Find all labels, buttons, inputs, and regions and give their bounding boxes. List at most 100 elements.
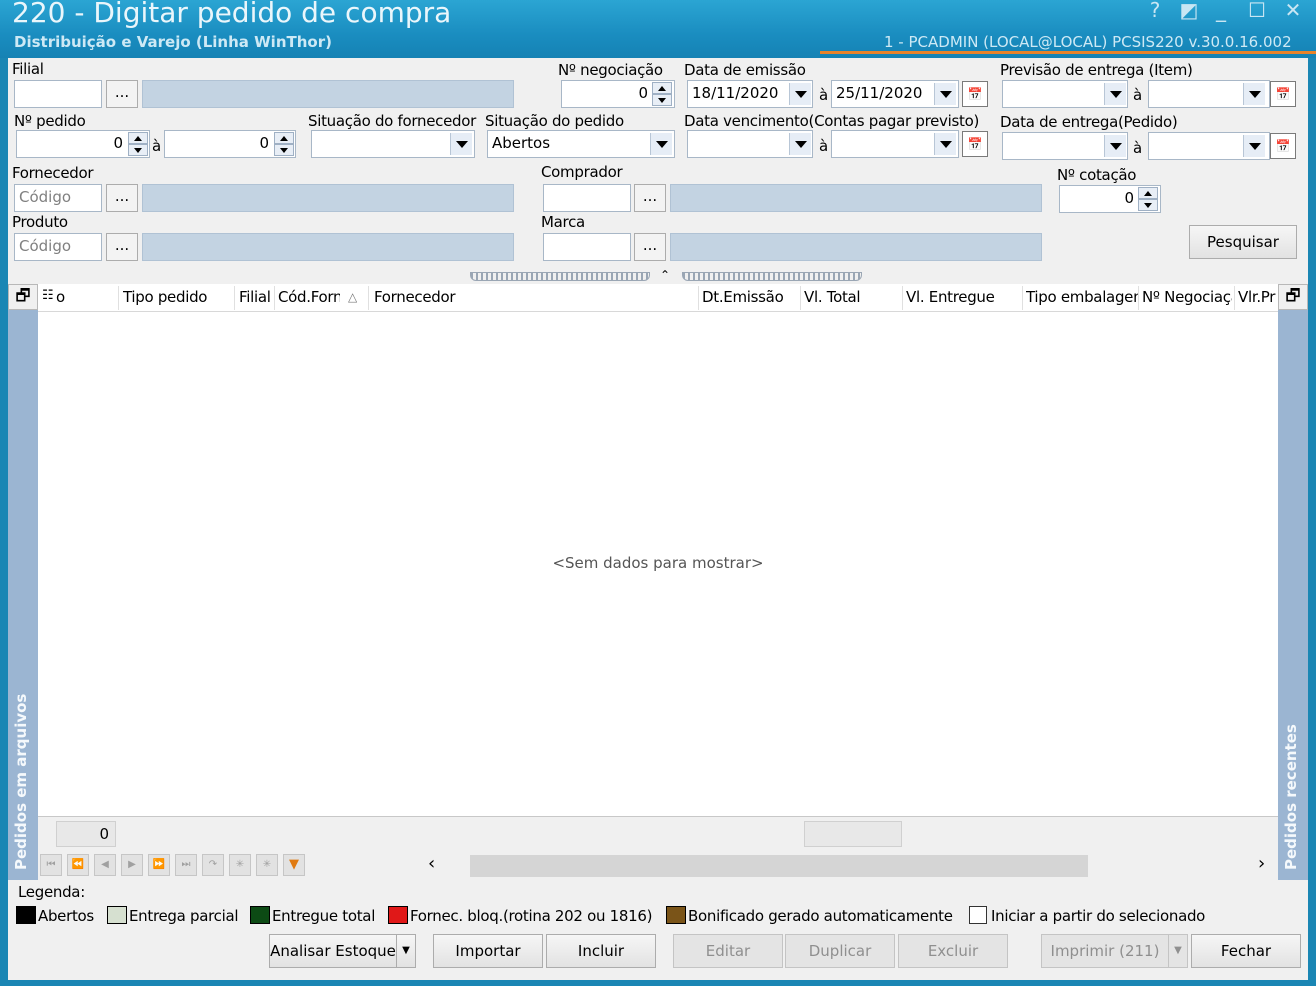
comprador-search-button[interactable]: ...: [634, 184, 666, 212]
legend-item-abertos: Abertos: [16, 906, 94, 925]
pesquisar-button[interactable]: Pesquisar: [1189, 225, 1297, 259]
vencimento-calendar-icon[interactable]: 📅: [962, 131, 988, 157]
legend-item-entrega-parcial: Entrega parcial: [107, 906, 239, 925]
column-header-dt-emissao[interactable]: Dt.Emissão: [702, 288, 798, 306]
iniciar-checkbox[interactable]: Iniciar a partir do selecionado: [969, 906, 1205, 925]
filial-label: Filial: [12, 60, 44, 78]
left-panel-restore-icon[interactable]: 🗗: [8, 284, 38, 310]
iniciar-checkbox-box[interactable]: [969, 906, 987, 924]
column-header-0[interactable]: o: [56, 288, 65, 306]
settings-icon[interactable]: ◩: [1174, 0, 1204, 22]
nav-prev-icon[interactable]: ◀: [94, 854, 116, 876]
excluir-button[interactable]: Excluir: [898, 934, 1008, 968]
right-side-panel[interactable]: Pedidos recentes: [1278, 284, 1308, 880]
filial-search-button[interactable]: ...: [106, 80, 138, 108]
nav-last-icon[interactable]: ⏭: [175, 854, 197, 876]
comprador-description: [670, 184, 1042, 212]
vencimento-from-dropdown[interactable]: [789, 133, 811, 155]
scroll-thumb[interactable]: [470, 855, 1088, 877]
grid-navigator: ⏮ ⏪ ◀ ▶ ⏩ ⏭ ↷ ✳ ✳ ▼ ‹ ›: [38, 850, 1278, 880]
vencimento-range-sep: à: [819, 137, 828, 155]
entrega-pedido-to-dropdown[interactable]: [1243, 135, 1265, 157]
column-header-tipo-embalagem[interactable]: Tipo embalagem: [1026, 288, 1138, 306]
horizontal-scrollbar[interactable]: ‹ ›: [428, 853, 1272, 877]
help-icon[interactable]: ?: [1140, 0, 1170, 22]
nav-asterisk-icon[interactable]: ✳: [229, 854, 251, 876]
pedido-to-spinner[interactable]: [274, 132, 294, 156]
column-header-vl-entregue[interactable]: Vl. Entregue: [906, 288, 1018, 306]
footer-summary-cell: [804, 821, 902, 847]
left-side-panel[interactable]: Pedidos em arquivos: [8, 284, 38, 880]
cotacao-spinner[interactable]: [1138, 187, 1158, 211]
analisar-estoque-button[interactable]: Analisar Estoque: [269, 934, 397, 968]
minimize-icon[interactable]: _: [1206, 0, 1236, 22]
produto-code-input[interactable]: Código: [14, 233, 102, 261]
cotacao-label: Nº cotação: [1057, 166, 1137, 184]
nav-next-icon[interactable]: ▶: [121, 854, 143, 876]
entrega-pedido-calendar-icon[interactable]: 📅: [1270, 133, 1296, 159]
right-panel-restore-icon[interactable]: 🗗: [1278, 284, 1308, 310]
sit-pedido-select[interactable]: Abertos: [487, 130, 675, 158]
emissao-from-dropdown[interactable]: [789, 83, 811, 105]
filial-input[interactable]: [14, 80, 102, 108]
title-accent-line: [820, 51, 1316, 54]
emissao-calendar-icon[interactable]: 📅: [962, 81, 988, 107]
previsao-from-dropdown[interactable]: [1104, 83, 1126, 105]
column-header-fornecedor[interactable]: Fornecedor: [374, 288, 694, 306]
fechar-button[interactable]: Fechar: [1191, 934, 1301, 968]
entrega-pedido-from-dropdown[interactable]: [1104, 135, 1126, 157]
sort-ascending-icon: △: [348, 290, 357, 304]
nav-next-page-icon[interactable]: ⏩: [148, 854, 170, 876]
emissao-to-dropdown[interactable]: [934, 83, 956, 105]
title-bar: 220 - Digitar pedido de compra Distribui…: [0, 0, 1316, 58]
column-header-tipo-pedido[interactable]: Tipo pedido: [123, 288, 233, 306]
maximize-icon[interactable]: ☐: [1242, 0, 1272, 22]
importar-button[interactable]: Importar: [433, 934, 543, 968]
sit-fornecedor-dropdown[interactable]: [450, 133, 472, 155]
filter-icon[interactable]: ▼: [283, 854, 305, 876]
imprimir-dropdown[interactable]: ▼: [1168, 934, 1188, 968]
column-header-filial[interactable]: Filial: [239, 288, 273, 306]
comprador-input[interactable]: [543, 184, 631, 212]
pedido-range-sep: à: [152, 137, 161, 155]
user-info: 1 - PCADMIN (LOCAL@LOCAL) PCSIS220 v.30.…: [884, 33, 1292, 51]
nav-first-icon[interactable]: ⏮: [40, 854, 62, 876]
footer-count: 0: [56, 821, 116, 847]
previsao-to-dropdown[interactable]: [1243, 83, 1265, 105]
column-header-cod-forn[interactable]: Cód.Forn: [278, 288, 340, 306]
sit-pedido-label: Situação do pedido: [485, 112, 624, 130]
column-header-vlr-pr[interactable]: Vlr.Pr: [1238, 288, 1278, 306]
editar-button[interactable]: Editar: [673, 934, 783, 968]
column-header-vl-total[interactable]: Vl. Total: [804, 288, 900, 306]
pedido-from-spinner[interactable]: [128, 132, 148, 156]
column-header-negociacao[interactable]: Nº Negociação: [1142, 288, 1232, 306]
duplicar-button[interactable]: Duplicar: [785, 934, 895, 968]
marca-label: Marca: [541, 213, 585, 231]
analisar-estoque-dropdown[interactable]: ▼: [396, 934, 416, 968]
vencimento-to-dropdown[interactable]: [934, 133, 956, 155]
form-splitter-handle[interactable]: ⌃: [470, 268, 862, 282]
negociacao-spinner[interactable]: [652, 82, 672, 106]
column-chooser-icon[interactable]: ☷: [42, 288, 53, 303]
left-panel-title: Pedidos em arquivos: [12, 693, 30, 870]
marca-input[interactable]: [543, 233, 631, 261]
produto-search-button[interactable]: ...: [106, 233, 138, 261]
imprimir-button[interactable]: Imprimir (211): [1041, 934, 1169, 968]
legend-swatch: [666, 906, 686, 924]
bottom-panel: Legenda: Abertos Entrega parcial Entregu…: [8, 880, 1308, 980]
sit-pedido-dropdown[interactable]: [650, 133, 672, 155]
nav-refresh-icon[interactable]: ↷: [202, 854, 224, 876]
fornecedor-code-input[interactable]: Código: [14, 184, 102, 212]
marca-search-button[interactable]: ...: [634, 233, 666, 261]
scroll-left-icon[interactable]: ‹: [428, 853, 435, 874]
incluir-button[interactable]: Incluir: [546, 934, 656, 968]
nav-prev-page-icon[interactable]: ⏪: [67, 854, 89, 876]
scroll-right-icon[interactable]: ›: [1258, 853, 1265, 874]
previsao-calendar-icon[interactable]: 📅: [1270, 81, 1296, 107]
legend-item-entregue-total: Entregue total: [250, 906, 375, 925]
nav-asterisk-multi-icon[interactable]: ✳: [256, 854, 278, 876]
grid-body[interactable]: <Sem dados para mostrar>: [38, 312, 1278, 816]
fornecedor-search-button[interactable]: ...: [106, 184, 138, 212]
legend-item-fornec-bloq: Fornec. bloq.(rotina 202 ou 1816): [388, 906, 653, 925]
close-icon[interactable]: ✕: [1278, 0, 1308, 22]
